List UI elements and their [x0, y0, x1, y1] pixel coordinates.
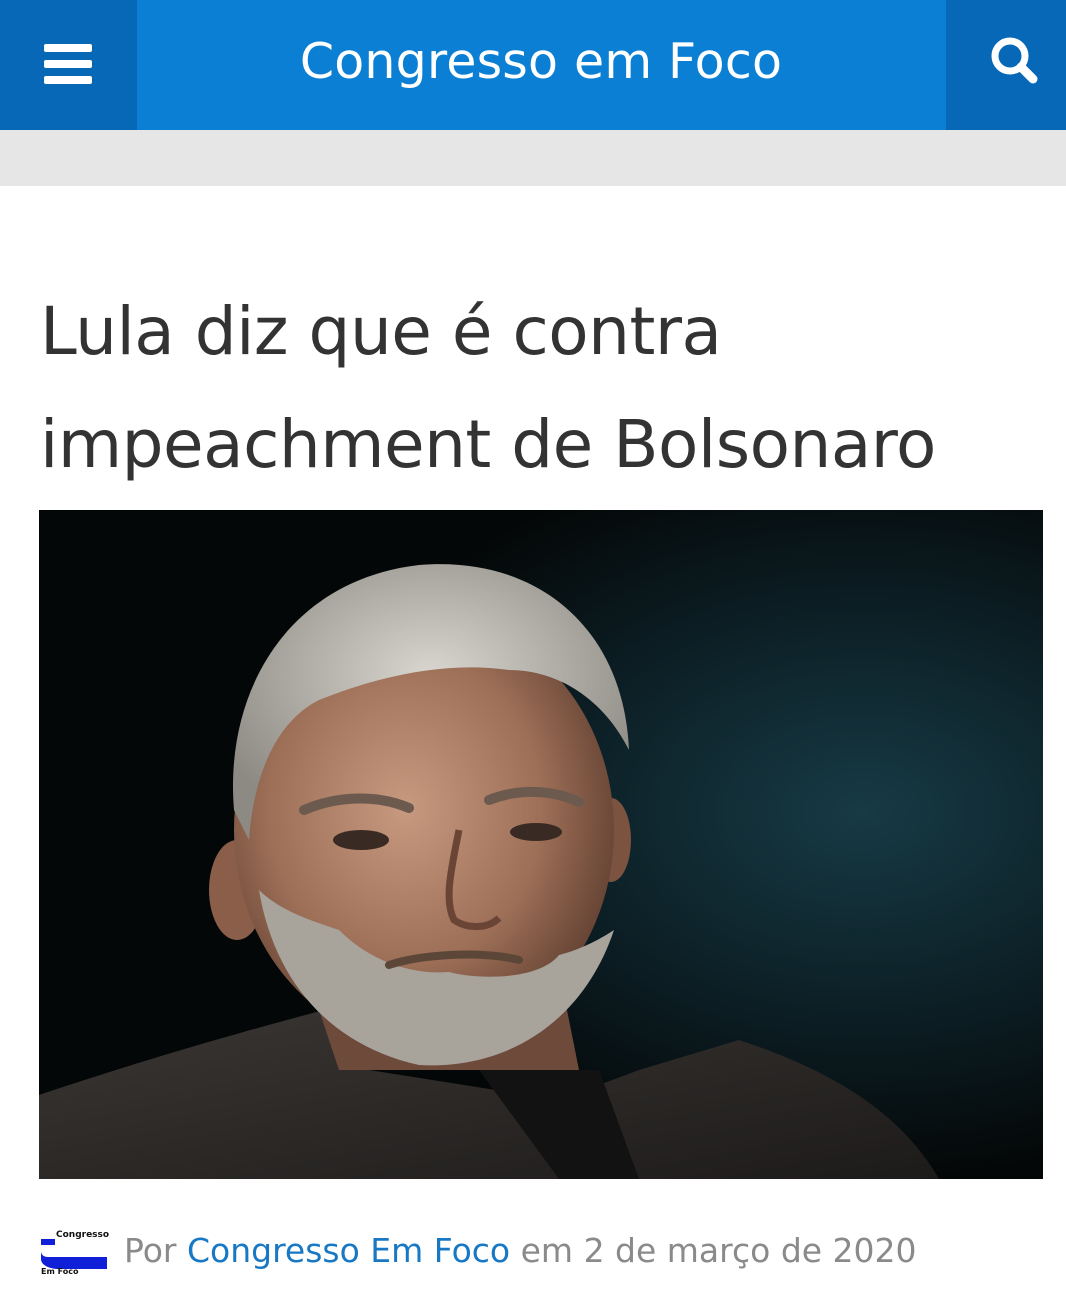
author-link[interactable]: Congresso Em Foco: [187, 1231, 510, 1270]
search-button[interactable]: [946, 0, 1066, 130]
svg-text:Em Foco: Em Foco: [41, 1267, 79, 1275]
congresso-em-foco-logo: Congresso Em Foco: [39, 1225, 109, 1276]
publish-date: 2 de março de 2020: [583, 1230, 917, 1270]
secondary-bar: [0, 130, 1066, 186]
top-bar: Congresso em Foco: [0, 0, 1066, 130]
author-avatar[interactable]: Congresso Em Foco: [39, 1225, 109, 1276]
site-title[interactable]: Congresso em Foco: [137, 0, 945, 130]
byline-date-prefix: em: [520, 1230, 574, 1270]
article-hero-image: [39, 510, 1043, 1179]
menu-button[interactable]: [0, 0, 137, 130]
byline-text: Por Congresso Em Foco em 2 de março de 2…: [124, 1231, 917, 1270]
search-icon: [991, 37, 1038, 84]
article-byline: Congresso Em Foco Por Congresso Em Foco …: [39, 1222, 917, 1278]
portrait-photo: [39, 510, 1043, 1179]
byline-prefix: Por: [124, 1230, 177, 1270]
svg-text:Congresso: Congresso: [56, 1230, 109, 1240]
article-title: Lula diz que é contra impeachment de Bol…: [40, 293, 936, 483]
